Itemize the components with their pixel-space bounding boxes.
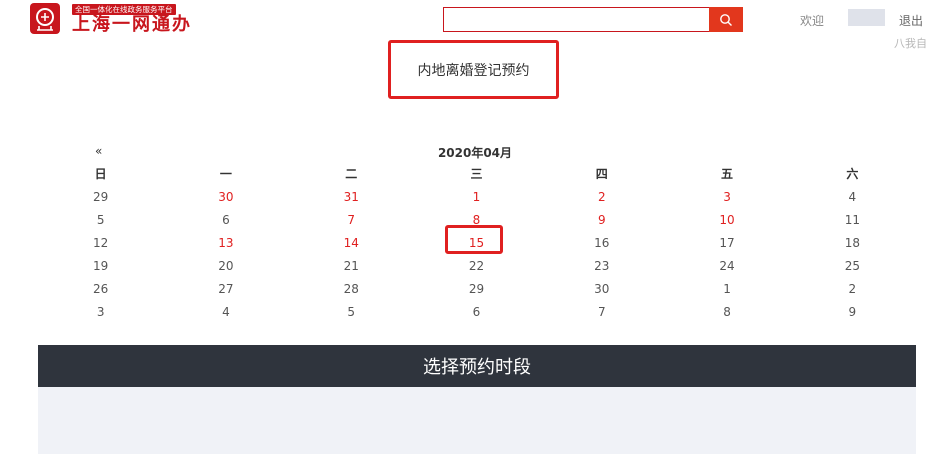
weekday-sun: 日 — [94, 167, 107, 181]
calendar-day[interactable]: 12 — [38, 231, 163, 254]
search-icon — [720, 13, 732, 26]
calendar-day[interactable]: 4 — [790, 185, 915, 208]
calendar-prev-button[interactable]: « — [95, 144, 102, 158]
calendar-day[interactable]: 16 — [539, 231, 664, 254]
logout-link[interactable]: 退出 — [899, 12, 923, 29]
site-logo[interactable]: 全国一体化在线政务服务平台 上海一网通办 — [30, 3, 200, 35]
time-slot-area — [38, 387, 916, 454]
calendar-day[interactable]: 23 — [539, 254, 664, 277]
calendar-day[interactable]: 7 — [539, 300, 664, 323]
calendar-day[interactable]: 29 — [414, 277, 539, 300]
calendar-day[interactable]: 2 — [539, 185, 664, 208]
calendar-day[interactable]: 5 — [289, 300, 414, 323]
emblem-logo-icon — [30, 3, 60, 34]
calendar-day[interactable]: 14 — [289, 231, 414, 254]
calendar-day[interactable]: 27 — [163, 277, 288, 300]
calendar-day[interactable]: 5 — [38, 208, 163, 231]
weekday-sat: 六 — [846, 167, 859, 181]
calendar-day[interactable]: 6 — [163, 208, 288, 231]
calendar-month-label: 2020年04月 — [437, 146, 513, 160]
weekday-mon: 一 — [219, 167, 232, 181]
calendar-day[interactable]: 30 — [539, 277, 664, 300]
calendar-day[interactable]: 3 — [38, 300, 163, 323]
calendar-day[interactable]: 19 — [38, 254, 163, 277]
calendar-day[interactable]: 11 — [790, 208, 915, 231]
calendar-day[interactable]: 1 — [414, 185, 539, 208]
weekday-fri: 五 — [721, 167, 734, 181]
calendar-day[interactable]: 29 — [38, 185, 163, 208]
calendar-day[interactable]: 10 — [664, 208, 789, 231]
calendar-day[interactable]: 4 — [163, 300, 288, 323]
calendar-day[interactable]: 21 — [289, 254, 414, 277]
weekday-wed: 三 — [470, 167, 483, 181]
calendar-day[interactable]: 30 — [163, 185, 288, 208]
calendar-day[interactable]: 13 — [163, 231, 288, 254]
page-title: 内地离婚登记预约 — [417, 62, 530, 79]
calendar-day[interactable]: 9 — [790, 300, 915, 323]
calendar-day[interactable]: 26 — [38, 277, 163, 300]
user-name-redacted — [848, 9, 885, 26]
calendar-day[interactable]: 8 — [414, 208, 539, 231]
search-input[interactable] — [443, 7, 709, 32]
calendar-day[interactable]: 2 — [790, 277, 915, 300]
time-slot-header: 选择预约时段 — [38, 345, 916, 387]
calendar-day[interactable]: 3 — [664, 185, 789, 208]
calendar-grid: 日 一 二 三 四 五 六 29 30 31 1 2 3 4 5 6 7 8 9 10 11 12 13 14 1… — [38, 162, 915, 323]
calendar-day[interactable]: 20 — [163, 254, 288, 277]
welcome-text: 欢迎 — [800, 14, 825, 28]
faded-text: 八我自 — [894, 37, 927, 50]
calendar-day[interactable]: 6 — [414, 300, 539, 323]
calendar-day[interactable]: 25 — [790, 254, 915, 277]
weekday-tue: 二 — [345, 167, 358, 181]
weekday-thu: 四 — [595, 167, 608, 181]
calendar-day[interactable]: 31 — [289, 185, 414, 208]
calendar-day[interactable]: 18 — [790, 231, 915, 254]
calendar-day[interactable]: 17 — [664, 231, 789, 254]
calendar-day[interactable]: 24 — [664, 254, 789, 277]
calendar-day[interactable]: 22 — [414, 254, 539, 277]
calendar-day[interactable]: 8 — [664, 300, 789, 323]
calendar-day-selected[interactable]: 15 — [414, 231, 539, 254]
search-button[interactable] — [709, 7, 743, 32]
logo-name: 上海一网通办 — [72, 14, 192, 35]
calendar-day[interactable]: 28 — [289, 277, 414, 300]
calendar-day[interactable]: 1 — [664, 277, 789, 300]
calendar-day[interactable]: 7 — [289, 208, 414, 231]
calendar-day[interactable]: 9 — [539, 208, 664, 231]
